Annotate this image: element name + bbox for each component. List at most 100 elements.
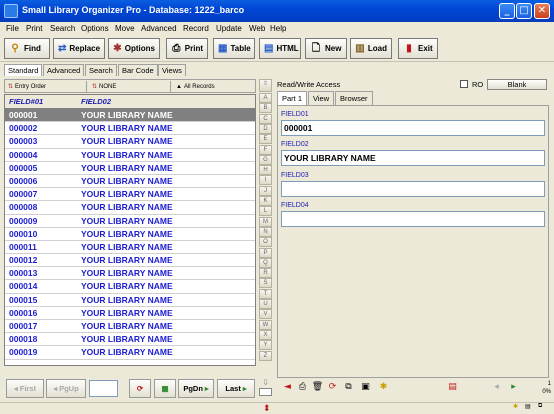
- maximize-button[interactable]: □: [516, 3, 532, 19]
- exit-button[interactable]: ▮ Exit: [398, 38, 438, 59]
- menu-move[interactable]: Move: [115, 24, 135, 33]
- refresh-button[interactable]: ⟳: [129, 379, 151, 398]
- close-button[interactable]: ✕: [534, 3, 550, 19]
- table-row[interactable]: 000018 YOUR LIBRARY NAME: [5, 333, 255, 347]
- alpha-index-e[interactable]: E: [259, 134, 272, 145]
- alpha-index-g[interactable]: G: [259, 154, 272, 165]
- alpha-index-h[interactable]: H: [259, 165, 272, 176]
- column-header-field02[interactable]: FIELD02: [81, 97, 111, 106]
- find-button[interactable]: ⚲ Find: [4, 38, 50, 59]
- tab-views[interactable]: Views: [158, 64, 186, 76]
- alpha-index-y[interactable]: Y: [259, 340, 272, 351]
- tab-bar-code[interactable]: Bar Code: [118, 64, 158, 76]
- menu-file[interactable]: File: [6, 24, 19, 33]
- last-button[interactable]: Last ▸: [217, 379, 255, 398]
- grid-view-button[interactable]: ▦: [154, 379, 176, 398]
- table-row[interactable]: 000004 YOUR LIBRARY NAME: [5, 149, 255, 162]
- alpha-index-l[interactable]: L: [259, 206, 272, 217]
- back-arrow-icon[interactable]: ◄: [280, 381, 295, 396]
- table-row[interactable]: 000002 YOUR LIBRARY NAME: [5, 122, 255, 136]
- ro-checkbox[interactable]: [460, 80, 468, 88]
- table-button[interactable]: ▦ Table: [213, 38, 255, 59]
- next-record-icon[interactable]: ▸: [506, 381, 521, 396]
- alpha-index-j[interactable]: J: [259, 185, 272, 196]
- first-button[interactable]: ◂ First: [6, 379, 44, 398]
- menu-help[interactable]: Help: [270, 24, 286, 33]
- blank-button[interactable]: Blank: [487, 79, 547, 90]
- table-row[interactable]: 000019 YOUR LIBRARY NAME: [5, 346, 255, 360]
- replace-button[interactable]: ⇄ Replace: [53, 38, 105, 59]
- alpha-index-z[interactable]: Z: [259, 350, 272, 361]
- alpha-index-f[interactable]: F: [259, 144, 272, 155]
- alpha-index-n[interactable]: N: [259, 226, 272, 237]
- table-row[interactable]: 000008 YOUR LIBRARY NAME: [5, 201, 255, 215]
- filter-button[interactable]: ⇅ NONE: [89, 81, 171, 92]
- table-row[interactable]: 000016 YOUR LIBRARY NAME: [5, 307, 255, 320]
- tab-view[interactable]: View: [308, 91, 335, 105]
- table-row[interactable]: 000010 YOUR LIBRARY NAME: [5, 228, 255, 241]
- alpha-index-i[interactable]: I: [259, 175, 272, 186]
- menu-advanced[interactable]: Advanced: [141, 24, 177, 33]
- alpha-index-p[interactable]: P: [259, 247, 272, 258]
- minimize-button[interactable]: _: [499, 3, 515, 19]
- delete-icon[interactable]: 🗑: [310, 381, 325, 396]
- table-row[interactable]: 000015 YOUR LIBRARY NAME: [5, 294, 255, 307]
- table-row[interactable]: 000007 YOUR LIBRARY NAME: [5, 188, 255, 202]
- tab-part-1[interactable]: Part 1: [277, 91, 308, 106]
- tab-standard[interactable]: Standard: [4, 64, 43, 76]
- paste-icon[interactable]: ▣: [358, 381, 373, 396]
- menu-web[interactable]: Web: [249, 24, 265, 33]
- alpha-index-x[interactable]: X: [259, 329, 272, 340]
- new-button[interactable]: 🗋 New: [305, 38, 347, 59]
- alpha-index-t[interactable]: T: [259, 288, 272, 299]
- field03-input[interactable]: [281, 181, 545, 197]
- field04-input[interactable]: [281, 211, 545, 227]
- refresh-record-icon[interactable]: ⟳: [325, 381, 340, 396]
- menu-update[interactable]: Update: [216, 24, 242, 33]
- records-button[interactable]: ▲ All Records: [173, 81, 255, 92]
- alpha-index-v[interactable]: V: [259, 309, 272, 320]
- table-row[interactable]: 000012 YOUR LIBRARY NAME: [5, 254, 255, 268]
- page-down-button[interactable]: PgDn ▸: [178, 379, 214, 398]
- menu-options[interactable]: Options: [81, 24, 109, 33]
- alpha-index-k[interactable]: K: [259, 196, 272, 206]
- field02-input[interactable]: YOUR LIBRARY NAME: [281, 150, 545, 166]
- print-record-icon[interactable]: ⎙: [295, 381, 310, 396]
- alpha-scroll-up-icon[interactable]: ⇧: [259, 79, 272, 92]
- alpha-index-u[interactable]: U: [259, 299, 272, 309]
- page-up-button[interactable]: ◂ PgUp: [46, 379, 86, 398]
- table-row[interactable]: 000009 YOUR LIBRARY NAME: [5, 215, 255, 228]
- tab-browser[interactable]: Browser: [335, 91, 373, 105]
- table-row[interactable]: 000013 YOUR LIBRARY NAME: [5, 267, 255, 281]
- menu-record[interactable]: Record: [183, 24, 209, 33]
- table-row[interactable]: 000017 YOUR LIBRARY NAME: [5, 320, 255, 334]
- record-number-input[interactable]: [89, 380, 118, 397]
- alpha-index-a[interactable]: A: [259, 93, 272, 103]
- table-row[interactable]: 000001 YOUR LIBRARY NAME: [5, 109, 255, 123]
- tab-search[interactable]: Search: [85, 64, 117, 76]
- menu-print[interactable]: Print: [26, 24, 42, 33]
- table-row[interactable]: 000003 YOUR LIBRARY NAME: [5, 135, 255, 149]
- report-icon[interactable]: ▤: [445, 381, 460, 396]
- load-button[interactable]: ▥ Load: [350, 38, 392, 59]
- sort-order-button[interactable]: ⇅ Entry Order: [5, 81, 87, 92]
- table-row[interactable]: 000006 YOUR LIBRARY NAME: [5, 175, 255, 189]
- alpha-index-m[interactable]: M: [259, 216, 272, 227]
- records-grid[interactable]: FIELD#01 FIELD02 000001 YOUR LIBRARY NAME…: [4, 94, 256, 366]
- alpha-index-o[interactable]: O: [259, 237, 272, 248]
- alpha-index-w[interactable]: W: [259, 319, 272, 330]
- table-row[interactable]: 000011 YOUR LIBRARY NAME: [5, 241, 255, 255]
- alpha-index-s[interactable]: S: [259, 278, 272, 289]
- previous-record-icon[interactable]: ◂: [489, 381, 504, 396]
- alpha-index-r[interactable]: R: [259, 268, 272, 279]
- print-button[interactable]: ⎙ Print: [166, 38, 208, 59]
- alpha-index-b[interactable]: B: [259, 103, 272, 114]
- table-row[interactable]: 000005 YOUR LIBRARY NAME: [5, 162, 255, 175]
- options-button[interactable]: ✱ Options: [108, 38, 160, 59]
- tab-advanced[interactable]: Advanced: [43, 64, 85, 76]
- field01-input[interactable]: 000001: [281, 120, 545, 136]
- alpha-index-q[interactable]: Q: [259, 257, 272, 268]
- menu-search[interactable]: Search: [50, 24, 75, 33]
- alpha-scroll-down-icon[interactable]: ⇩: [259, 378, 272, 388]
- html-button[interactable]: ▤ HTML: [259, 38, 301, 59]
